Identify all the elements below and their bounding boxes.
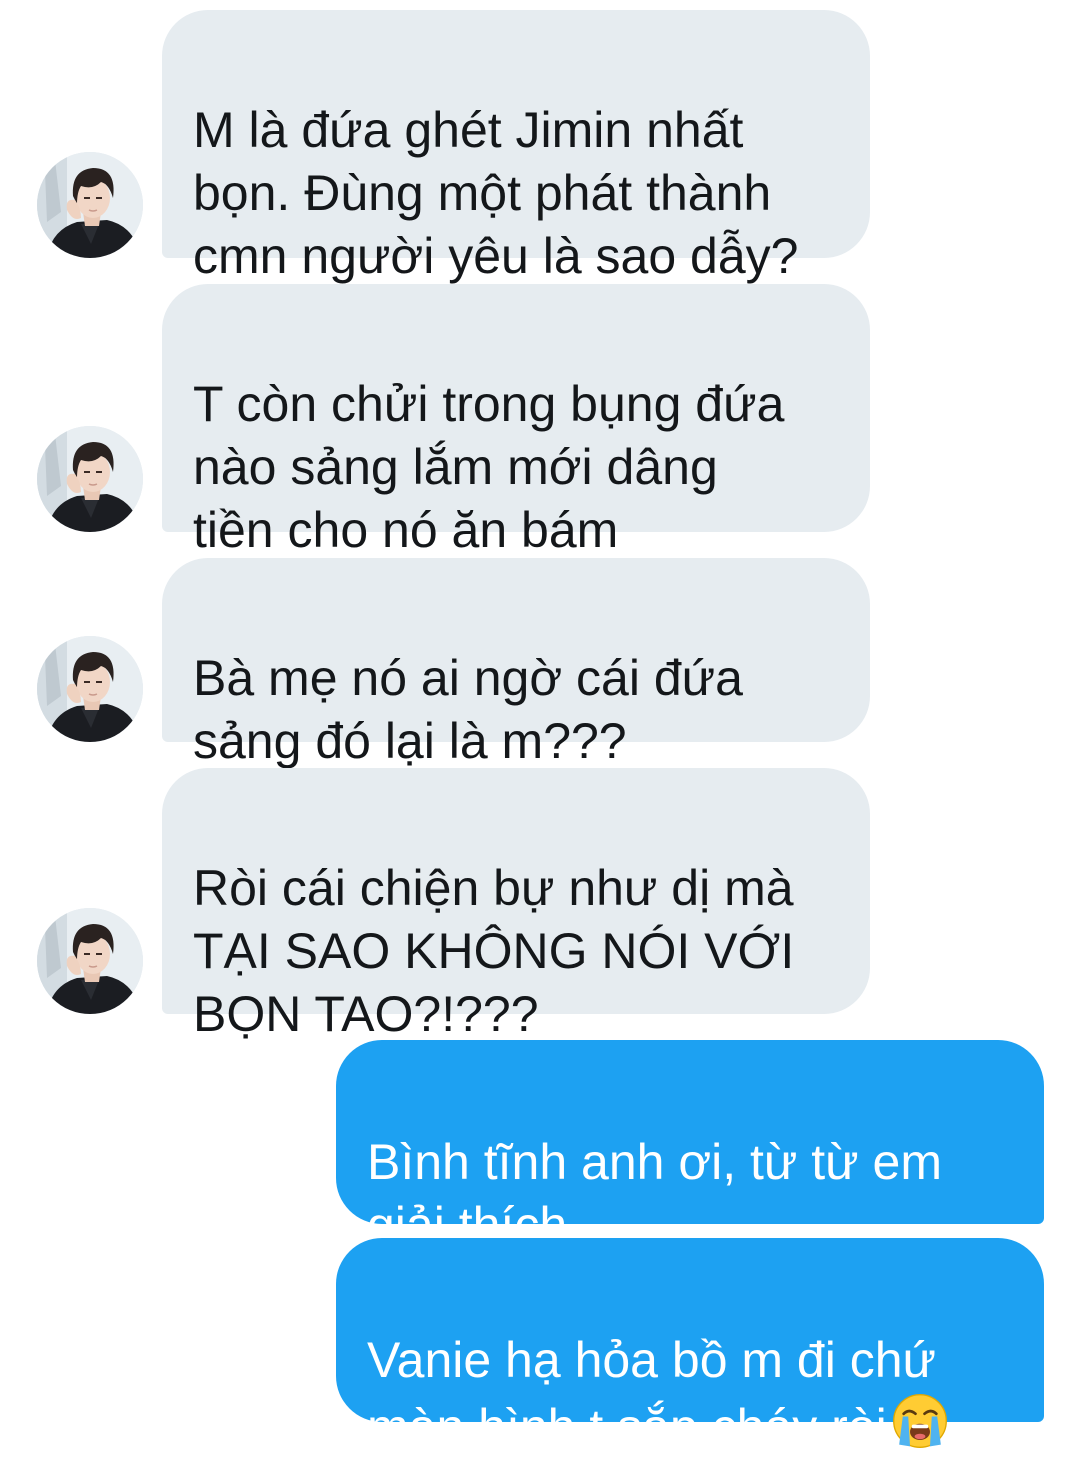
message-text: Vanie hạ hỏa bồ m đi chứ màn hình t sắp … — [367, 1332, 937, 1455]
conversation-thread: M là đứa ghét Jimin nhất bọn. Đùng một p… — [0, 0, 1080, 1455]
message-text: M là đứa ghét Jimin nhất bọn. Đùng một p… — [193, 102, 799, 284]
loudly-crying-face-icon — [892, 1394, 947, 1448]
contact-avatar[interactable] — [37, 426, 143, 532]
message-text: T còn chửi trong bụng đứa nào sảng lắm m… — [193, 376, 785, 558]
message-text: Bình tĩnh anh ơi, từ từ em giải thích — [367, 1134, 942, 1253]
contact-avatar[interactable] — [37, 152, 143, 258]
message-bubble-incoming[interactable]: Ròi cái chiện bự như dị mà TẠI SAO KHÔNG… — [162, 768, 870, 1042]
message-text: Bà mẹ nó ai ngờ cái đứa sảng đó lại là m… — [193, 650, 743, 769]
message-bubble-incoming[interactable]: M là đứa ghét Jimin nhất bọn. Đùng một p… — [162, 10, 870, 284]
message-bubble-outgoing[interactable]: Vanie hạ hỏa bồ m đi chứ màn hình t sắp … — [336, 1238, 1044, 1455]
contact-avatar[interactable] — [37, 636, 143, 742]
message-text: Ròi cái chiện bự như dị mà TẠI SAO KHÔNG… — [193, 860, 795, 1042]
message-bubble-outgoing[interactable]: Bình tĩnh anh ơi, từ từ em giải thích — [336, 1040, 1044, 1253]
message-bubble-incoming[interactable]: Bà mẹ nó ai ngờ cái đứa sảng đó lại là m… — [162, 558, 870, 769]
contact-avatar[interactable] — [37, 908, 143, 1014]
message-bubble-incoming[interactable]: T còn chửi trong bụng đứa nào sảng lắm m… — [162, 284, 870, 558]
